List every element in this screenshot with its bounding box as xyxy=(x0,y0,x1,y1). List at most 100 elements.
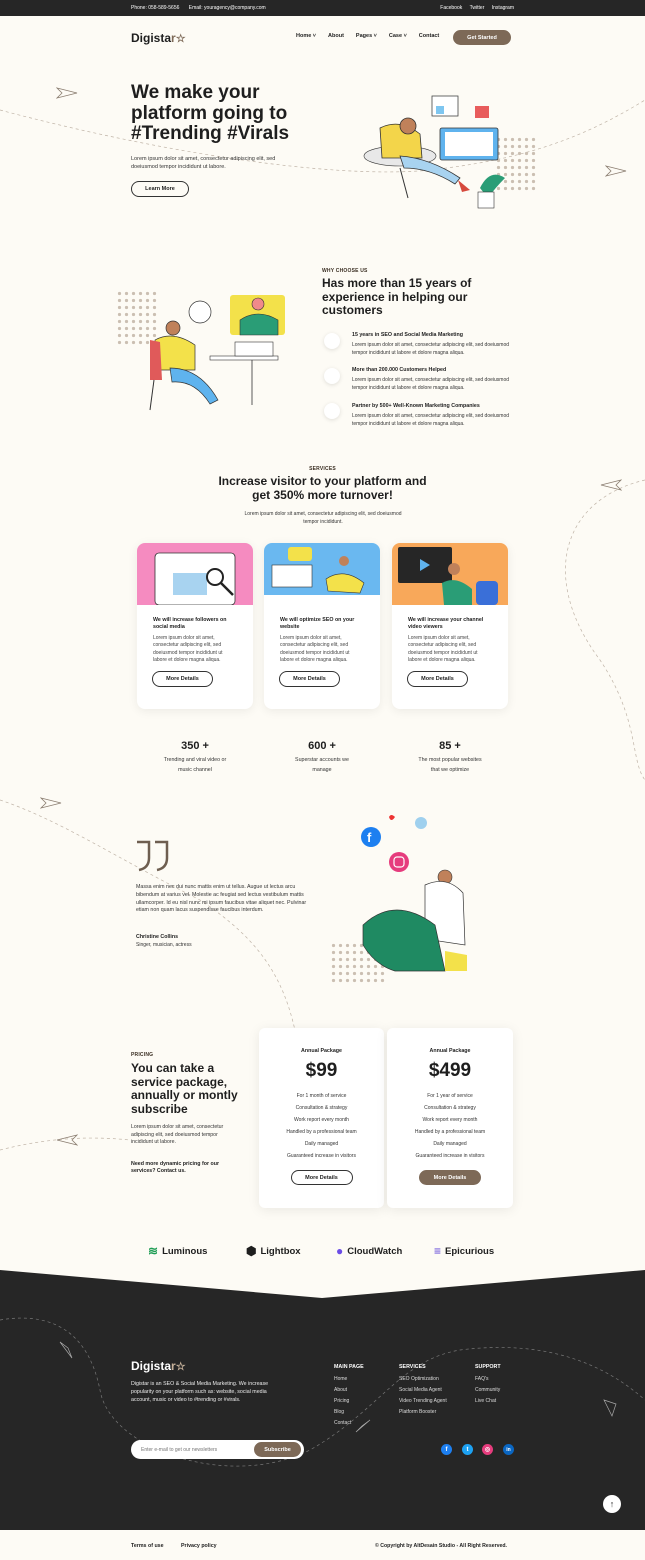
plan-price: $499 xyxy=(428,1060,472,1081)
footer-link[interactable]: Contact xyxy=(334,1418,364,1429)
testimonial-role: Singer, musician, actress xyxy=(136,942,192,948)
footer-link[interactable]: Pricing xyxy=(334,1396,364,1407)
feature-title: Partner by 500+ Well-Known Marketing Com… xyxy=(352,403,480,409)
footer-link[interactable]: Video Trending Agent xyxy=(399,1396,447,1407)
seo-icon xyxy=(324,333,340,349)
nav-home[interactable]: Home ˅ xyxy=(296,33,316,39)
footer-link[interactable]: FAQ's xyxy=(475,1374,501,1385)
hero-illustration xyxy=(363,95,505,209)
email-text: Email: youragency@company.com xyxy=(188,5,266,11)
star-icon: ☆ xyxy=(175,33,186,45)
plan-features: For 1 year of service Consultation & stra… xyxy=(414,1093,486,1159)
facebook-link[interactable]: Facebook xyxy=(440,5,462,11)
twitter-link[interactable]: Twitter xyxy=(470,5,485,11)
phone-text: Phone: 058-589-5656 xyxy=(131,5,180,11)
nav-pages[interactable]: Pages ˅ xyxy=(356,33,377,39)
footer-wave xyxy=(0,1268,645,1298)
epicurious-icon: ≡ xyxy=(434,1244,442,1258)
subscribe-button[interactable]: Subscribe xyxy=(254,1442,301,1457)
scroll-to-top-button[interactable]: ↑ xyxy=(603,1495,621,1513)
footer-link[interactable]: Community xyxy=(475,1385,501,1396)
more-details-button[interactable]: More Details xyxy=(419,1170,481,1185)
nav-about[interactable]: About xyxy=(328,33,344,39)
footer-link[interactable]: Platform Booster xyxy=(399,1407,447,1418)
plan-features: For 1 month of service Consultation & str… xyxy=(286,1093,357,1159)
service-card: We will increase your channel video view… xyxy=(392,543,508,709)
pricing-card: Annual Package $99 For 1 month of servic… xyxy=(259,1028,384,1208)
footer-link[interactable]: Home xyxy=(334,1374,364,1385)
learn-more-button[interactable]: Learn More xyxy=(131,181,189,197)
newsletter-form: Subscribe xyxy=(131,1440,304,1459)
newsletter-email-input[interactable] xyxy=(141,1440,251,1459)
services-label: SERVICES xyxy=(309,466,336,472)
plan-price: $99 xyxy=(305,1060,338,1081)
more-details-button[interactable]: More Details xyxy=(407,671,468,687)
logo[interactable]: Digistar☆ xyxy=(131,31,186,45)
main-nav: Home ˅ About Pages ˅ Case ˅ Contact xyxy=(296,33,439,39)
why-label: WHY CHOOSE US xyxy=(322,268,368,274)
quote-icon xyxy=(137,840,169,872)
linkedin-icon[interactable]: in xyxy=(503,1444,514,1455)
card-text: Lorem ipsum dolor sit amet, consectetur … xyxy=(408,635,478,663)
footer-description: Digistar is an SEO & Social Media Market… xyxy=(131,1381,269,1403)
feature-title: 15 years in SEO and Social Media Marketi… xyxy=(352,332,463,338)
service-card: We will optimize SEO on your website Lor… xyxy=(264,543,380,709)
seo-illustration xyxy=(264,543,380,605)
footer-link[interactable]: About xyxy=(334,1385,364,1396)
brand-logo-epicurious: ≡ Epicurious xyxy=(434,1244,495,1258)
terms-link[interactable]: Terms of use xyxy=(131,1543,164,1549)
plan-label: Annual Package xyxy=(429,1048,471,1054)
service-card: We will increase followers on social med… xyxy=(137,543,253,709)
more-details-button[interactable]: More Details xyxy=(279,671,340,687)
card-title: We will optimize SEO on your website xyxy=(280,617,355,630)
facebook-icon[interactable]: f xyxy=(441,1444,452,1455)
card-title: We will increase your channel video view… xyxy=(408,617,484,630)
get-started-button[interactable]: Get Started xyxy=(453,30,511,45)
card-text: Lorem ipsum dolor sit amet, consectetur … xyxy=(153,635,223,663)
footer-col-support: SUPPORT FAQ's Community Live Chat xyxy=(475,1364,501,1407)
footer-bottom-bar xyxy=(0,1530,645,1560)
brand-logo-lightbox: ⬢ Lightbox xyxy=(246,1244,301,1258)
stat-item: 600 + Superstar accounts we manage xyxy=(295,740,349,773)
brand-logo-luminous: ≋ Luminous xyxy=(148,1244,208,1258)
footer-link[interactable]: Live Chat xyxy=(475,1396,501,1407)
brand-logo-cloudwatch: ● CloudWatch xyxy=(336,1244,403,1258)
pricing-card: Annual Package $499 For 1 year of servic… xyxy=(387,1028,513,1208)
pricing-title: You can take a service package, annually… xyxy=(131,1061,238,1116)
stat-item: 85 + The most popular websites that we o… xyxy=(418,740,482,773)
video-illustration xyxy=(392,543,508,605)
privacy-link[interactable]: Privacy policy xyxy=(181,1543,217,1549)
nav-case[interactable]: Case ˅ xyxy=(389,33,407,39)
more-details-button[interactable]: More Details xyxy=(152,671,213,687)
instagram-icon[interactable]: ◎ xyxy=(482,1444,493,1455)
footer-link[interactable]: Blog xyxy=(334,1407,364,1418)
instagram-link[interactable]: Instagram xyxy=(492,5,514,11)
footer-decorative-path xyxy=(0,1317,645,1467)
partner-icon xyxy=(324,403,340,419)
footer-link[interactable]: SEO Optimization xyxy=(399,1374,447,1385)
feature-title: More than 200.000 Customers Helped xyxy=(352,367,447,373)
hero-title: We make your platform going to #Trending… xyxy=(131,82,290,144)
lightbox-icon: ⬢ xyxy=(246,1244,257,1258)
more-details-button[interactable]: More Details xyxy=(290,1170,353,1185)
stat-item: 350 + Trending and viral video or music … xyxy=(163,740,227,773)
feature-text: Lorem ipsum dolor sit amet, consectetur … xyxy=(352,377,510,391)
footer-logo[interactable]: Digistar☆ xyxy=(131,1359,186,1373)
feature-text: Lorem ipsum dolor sit amet, consectetur … xyxy=(352,342,510,356)
pricing-note[interactable]: Need more dynamic pricing for our servic… xyxy=(131,1161,219,1175)
paper-plane-icon xyxy=(56,87,78,99)
top-bar: Phone: 058-589-5656 Email: youragency@co… xyxy=(0,0,645,16)
customers-icon xyxy=(324,368,340,384)
card-title: We will increase followers on social med… xyxy=(153,617,227,630)
nav-contact[interactable]: Contact xyxy=(419,33,439,39)
paper-plane-icon xyxy=(40,797,62,809)
svg-text:f: f xyxy=(367,830,372,845)
star-icon: ☆ xyxy=(175,1361,186,1373)
why-illustration xyxy=(149,295,285,411)
twitter-icon[interactable]: t xyxy=(462,1444,473,1455)
footer-link[interactable]: Social Media Agent xyxy=(399,1385,447,1396)
social-media-illustration xyxy=(137,543,253,606)
cloudwatch-icon: ● xyxy=(336,1244,344,1258)
plan-label: Annual Package xyxy=(301,1048,342,1054)
paper-plane-icon xyxy=(605,165,627,177)
